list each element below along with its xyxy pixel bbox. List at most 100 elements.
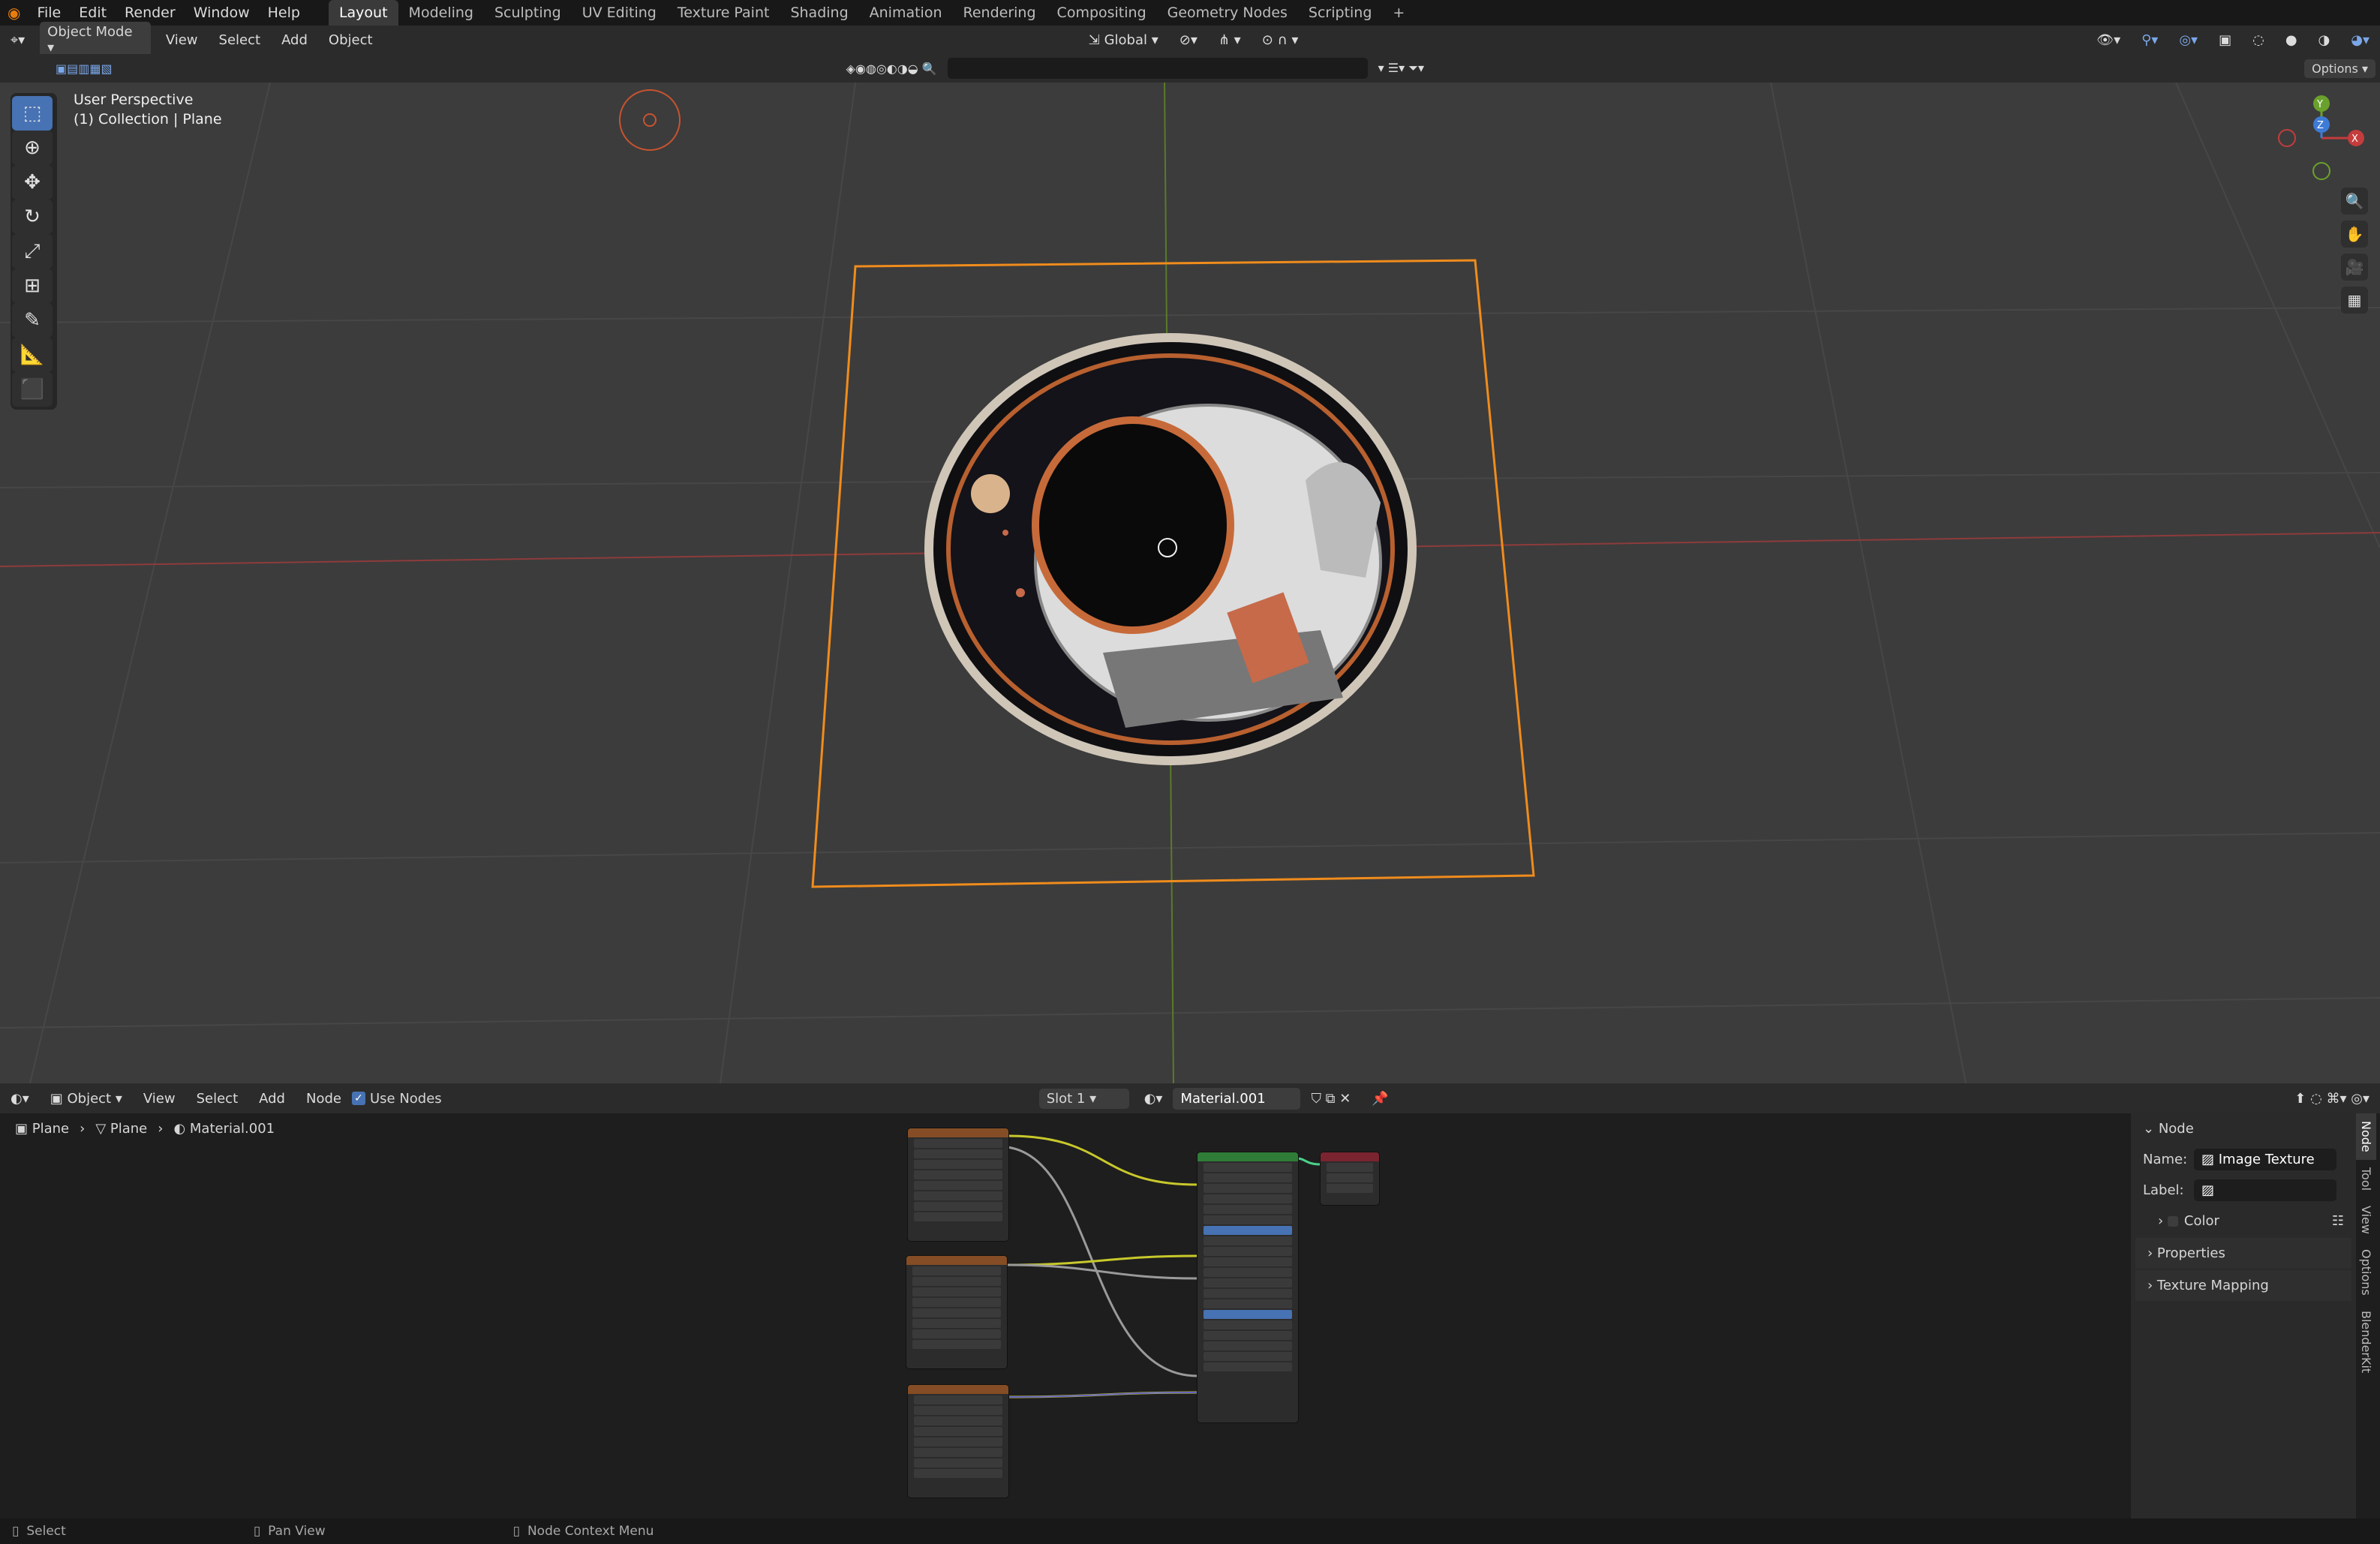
node-menu-select[interactable]: Select [186,1091,249,1107]
perspective-toggle-icon[interactable]: ▦ [2341,287,2368,314]
selection-mode-icons[interactable]: ▣▤▥▦▧ [45,62,123,76]
proportional-edit-icon[interactable]: ⊙ ∩ ▾ [1252,32,1309,48]
node-header-right-icons[interactable]: ⬆ ◌ ⌘▾ ◎▾ [2284,1091,2380,1107]
node-label-field[interactable]: ▨ [2194,1179,2336,1201]
workspace-tab-rendering[interactable]: Rendering [953,0,1047,26]
select-box-tool-icon[interactable]: ⬚ [12,96,53,131]
gizmo-toggle-icon[interactable]: ⚲▾ [2131,32,2168,48]
move-tool-icon[interactable]: ✥ [12,165,53,200]
node-editor-type-icon[interactable]: ◐▾ [0,1091,40,1107]
material-output-node[interactable] [1321,1152,1379,1205]
workspace-tab-modeling[interactable]: Modeling [398,0,484,26]
node-canvas[interactable]: ▣ Plane › ▽ Plane › ◐ Material.001 [0,1113,2131,1518]
material-actions-icons[interactable]: ⛉ ⧉ ✕ [1300,1091,1361,1107]
node-menu-add[interactable]: Add [248,1091,296,1107]
menu-object[interactable]: Object [318,32,383,48]
shader-type-dropdown[interactable]: ▣ Object ▾ [40,1091,133,1107]
use-nodes-toggle[interactable]: ✓ Use Nodes [351,1091,442,1107]
editor-type-icon[interactable]: ⌖▾ [0,32,35,48]
color-section[interactable]: › Color ☷ [2131,1206,2356,1236]
node-editor-header: ◐▾ ▣ Object ▾ View Select Add Node ✓ Use… [0,1083,2380,1113]
workspace-tab-uv-editing[interactable]: UV Editing [572,0,667,26]
properties-section[interactable]: › Properties [2135,1238,2351,1269]
camera-view-icon[interactable]: 🎥 [2341,254,2368,281]
blender-logo-icon[interactable]: ◉ [0,4,28,22]
workspace-tab-texture-paint[interactable]: Texture Paint [667,0,780,26]
shading-solid-icon[interactable]: ● [2275,32,2308,48]
pin-icon[interactable]: 📌 [1361,1091,1399,1107]
node-links [1006,1134,1321,1398]
add-workspace-button[interactable]: + [1382,0,1415,26]
material-name-field[interactable]: Material.001 [1173,1087,1301,1110]
pan-hand-icon[interactable]: ✋ [2341,221,2368,248]
principled-bsdf-node[interactable] [1198,1152,1298,1422]
overlay-toggle-icon[interactable]: ◎▾ [2168,32,2208,48]
tab-blenderkit[interactable]: BlenderKit [2356,1303,2376,1380]
node-sidebar: ⌄ Node Name: ▨ Image Texture Label: ▨ › … [2131,1113,2356,1518]
material-name-label: Material.001 [1180,1090,1266,1107]
rotate-tool-icon[interactable]: ↻ [12,200,53,234]
viewport-search-field[interactable] [947,58,1368,79]
visibility-icon[interactable]: 👁▾ [2086,32,2131,48]
node-menu-view[interactable]: View [133,1091,186,1107]
3d-viewport[interactable]: Y Z X User Perspective (1) Collection | … [0,83,2380,1083]
add-cube-tool-icon[interactable]: ⬛ [12,372,53,407]
viewport-scene: Y Z X [0,83,2380,1083]
mode-label: Object Mode [47,24,133,40]
texture-mapping-section[interactable]: › Texture Mapping [2135,1270,2351,1301]
workspace-tab-shading[interactable]: Shading [780,0,858,26]
tab-view[interactable]: View [2356,1198,2376,1242]
snap-icon[interactable]: ⋔ ▾ [1208,32,1252,48]
tool-shelf: ⬚ ⊕ ✥ ↻ ⤢ ⊞ ✎ 📐 ⬛ [11,93,57,410]
node-menu-node[interactable]: Node [296,1091,352,1107]
list-icon[interactable]: ☷ [2332,1213,2344,1229]
menu-view[interactable]: View [155,32,209,48]
workspace-tab-sculpting[interactable]: Sculpting [484,0,572,26]
material-browse-icon[interactable]: ◐▾ [1134,1091,1173,1107]
workspace-tab-layout[interactable]: Layout [328,0,398,26]
xray-toggle-icon[interactable]: ▣ [2208,32,2242,48]
menu-add[interactable]: Add [271,32,318,48]
cursor-tool-icon[interactable]: ⊕ [12,131,53,165]
workspace-tab-animation[interactable]: Animation [859,0,953,26]
view-name: User Perspective [74,92,194,108]
name-label: Name: [2143,1152,2188,1167]
scale-tool-icon[interactable]: ⤢ [12,234,53,269]
image-texture-node-normal[interactable] [908,1385,1008,1497]
color-checkbox[interactable] [2167,1215,2178,1227]
node-panel-header[interactable]: ⌄ Node [2131,1113,2356,1144]
mode-dropdown[interactable]: Object Mode ▾ [40,22,151,58]
workspace-tab-scripting[interactable]: Scripting [1298,0,1383,26]
tab-tool[interactable]: Tool [2356,1160,2376,1198]
menu-file[interactable]: File [28,5,70,21]
menu-window[interactable]: Window [185,5,259,21]
zoom-icon[interactable]: 🔍 [2341,188,2368,215]
collection-info: (1) Collection | Plane [74,111,222,128]
menu-select[interactable]: Select [209,32,272,48]
shading-material-icon[interactable]: ◑ [2308,32,2341,48]
node-texture-icon: ▨ [2201,1182,2215,1198]
transform-orientation-dropdown[interactable]: ⇲ Global ▾ [1078,32,1169,48]
shading-filter-icons[interactable]: ◈◉◍◎◐◑◒ 🔍 [836,62,948,76]
image-texture-node-diffuse[interactable] [908,1128,1008,1241]
image-texture-node-roughness[interactable] [906,1256,1007,1368]
node-name-field[interactable]: ▨ Image Texture [2194,1149,2336,1170]
shading-rendered-icon[interactable]: ◕▾ [2340,32,2380,48]
workspace-tab-compositing[interactable]: Compositing [1047,0,1157,26]
measure-tool-icon[interactable]: 📐 [12,338,53,372]
menu-render[interactable]: Render [116,5,185,21]
tab-options[interactable]: Options [2356,1242,2376,1303]
options-dropdown[interactable]: Options ▾ [2304,59,2375,78]
slot-dropdown[interactable]: Slot 1 ▾ [1038,1088,1129,1109]
filter-icon[interactable]: ▾ ☰▾ ⏷▾ [1368,61,1435,76]
menu-edit[interactable]: Edit [70,5,116,21]
annotate-tool-icon[interactable]: ✎ [12,303,53,338]
transform-tool-icon[interactable]: ⊞ [12,269,53,303]
menu-help[interactable]: Help [259,5,309,21]
mouse-middle-icon: ▯ [253,1524,261,1539]
pivot-icon[interactable]: ⊘▾ [1169,32,1208,48]
tab-node[interactable]: Node [2356,1113,2376,1160]
shading-wireframe-icon[interactable]: ◌ [2242,32,2275,48]
workspace-tab-geometry-nodes[interactable]: Geometry Nodes [1157,0,1298,26]
use-nodes-checkbox[interactable]: ✓ [351,1092,365,1105]
